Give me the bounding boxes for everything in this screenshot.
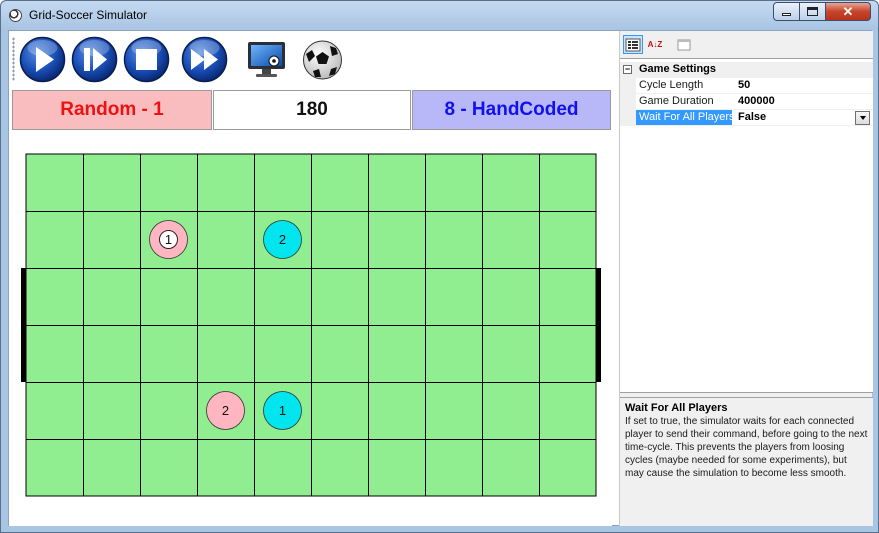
right-player-1[interactable]: 1	[263, 391, 302, 430]
property-row[interactable]: Cycle Length 50	[620, 78, 873, 94]
stop-button[interactable]	[123, 36, 170, 83]
alphabetical-button[interactable]: A↓Z	[645, 35, 665, 54]
toolbar-separator	[175, 39, 176, 79]
sort-alpha-icon: A↓Z	[647, 40, 663, 49]
player-number: 2	[279, 232, 286, 247]
step-button[interactable]	[71, 36, 118, 83]
step-icon	[71, 36, 118, 83]
left-player-1[interactable]: 1	[149, 220, 188, 259]
property-pages-button[interactable]	[674, 35, 694, 54]
toolbar-separator	[235, 39, 236, 79]
window-controls: ✕	[773, 2, 871, 21]
property-row[interactable]: Game Duration 400000	[620, 94, 873, 110]
toolbar-grip[interactable]	[12, 37, 15, 81]
monitor-icon	[248, 42, 285, 77]
left-team-name: Random - 1	[12, 90, 212, 130]
title-bar[interactable]: Grid-Soccer Simulator ✕	[1, 1, 878, 29]
close-icon: ✕	[842, 3, 854, 19]
collapse-icon[interactable]: −	[623, 65, 632, 74]
category-game-settings[interactable]: − Game Settings	[620, 62, 873, 78]
maximize-button[interactable]	[800, 2, 826, 21]
left-goal	[21, 268, 26, 382]
minimize-button[interactable]	[773, 2, 800, 21]
right-team-name: 8 - HandCoded	[412, 90, 611, 130]
client-area: Random - 1 180 8 - HandCoded 1 2 2 1 A↓Z − …	[8, 30, 873, 526]
categorized-button[interactable]	[623, 35, 643, 54]
property-row-selected[interactable]: Wait For All Players False	[620, 110, 873, 126]
stop-icon	[123, 36, 170, 83]
play-button[interactable]	[19, 36, 66, 83]
help-description: If set to true, the simulator waits for …	[625, 416, 868, 479]
fast-forward-button[interactable]	[181, 36, 228, 83]
property-grid-toolbar: A↓Z	[620, 31, 873, 58]
property-name: Wait For All Players	[636, 110, 732, 126]
property-value[interactable]: False	[733, 110, 873, 126]
minimize-icon	[782, 13, 791, 16]
cycle-counter: 180	[213, 90, 411, 130]
soccer-ball-icon	[303, 40, 342, 80]
close-button[interactable]: ✕	[826, 2, 871, 21]
left-player-2[interactable]: 2	[206, 391, 245, 430]
property-name: Cycle Length	[636, 78, 732, 94]
window-title: Grid-Soccer Simulator	[29, 8, 148, 22]
player-number: 1	[279, 403, 286, 418]
help-title: Wait For All Players	[625, 402, 728, 414]
right-goal	[596, 268, 601, 382]
player-number: 1	[165, 232, 172, 247]
player-number: 2	[222, 403, 229, 418]
dropdown-button[interactable]	[855, 111, 870, 125]
property-value[interactable]: 400000	[733, 94, 873, 110]
monitor-button[interactable]	[243, 36, 290, 83]
property-value[interactable]: 50	[733, 78, 873, 94]
property-pages-icon	[677, 39, 691, 50]
maximize-icon	[807, 7, 818, 16]
scoreboard: Random - 1 180 8 - HandCoded	[12, 90, 611, 130]
field-area: 1 2 2 1	[9, 131, 612, 526]
right-player-2[interactable]: 2	[263, 220, 302, 259]
soccer-field[interactable]: 1 2 2 1	[9, 131, 612, 526]
property-grid: − Game Settings Cycle Length 50 Game Dur…	[620, 58, 873, 393]
property-panel: A↓Z − Game Settings Cycle Length 50 Game…	[619, 31, 873, 526]
soccer-ball-button[interactable]	[299, 36, 346, 83]
main-toolbar	[9, 31, 612, 87]
chevron-down-icon	[859, 116, 866, 120]
property-help-panel: Wait For All Players If set to true, the…	[620, 397, 873, 526]
property-value-text: False	[738, 111, 767, 123]
fast-forward-icon	[181, 36, 228, 83]
categorized-icon	[625, 38, 641, 51]
play-icon	[19, 36, 66, 83]
property-name: Game Duration	[636, 94, 732, 110]
category-label: Game Settings	[639, 63, 717, 75]
app-window: Grid-Soccer Simulator ✕ Random - 1 180 8…	[0, 0, 879, 533]
app-icon	[9, 9, 22, 22]
